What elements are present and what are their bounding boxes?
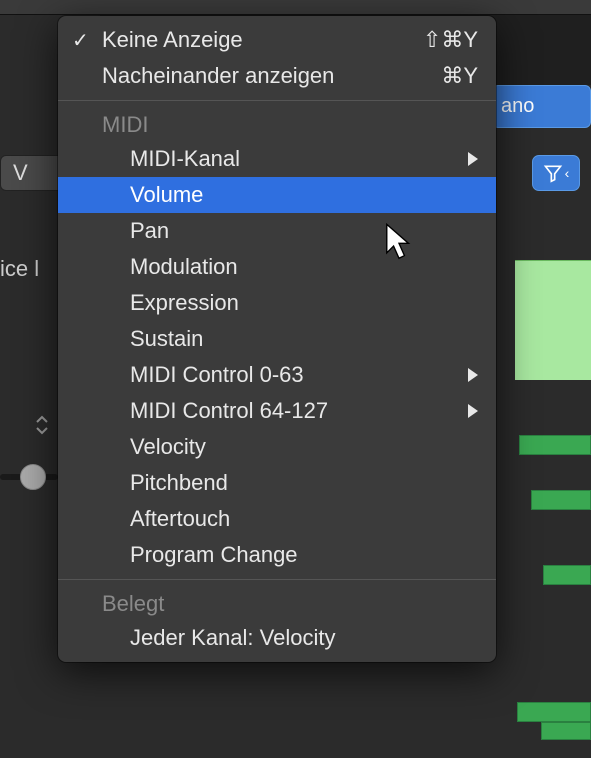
menu-item-sustain[interactable]: Sustain (58, 321, 496, 357)
funnel-icon (543, 163, 563, 183)
submenu-arrow-icon (468, 404, 478, 418)
bg-top-strip (0, 0, 591, 15)
stepper-icon[interactable] (35, 415, 49, 440)
menu-item-label: Nacheinander anzeigen (102, 63, 334, 89)
menu-item-pitchbend[interactable]: Pitchbend (58, 465, 496, 501)
menu-section-used: Belegt (58, 586, 496, 620)
menu-item-velocity[interactable]: Velocity (58, 429, 496, 465)
menu-item-label: Program Change (130, 542, 298, 568)
menu-item-volume[interactable]: Volume (58, 177, 496, 213)
region-label: ano (501, 95, 534, 118)
view-button-label: V (13, 160, 28, 186)
menu-shortcut: ⇧⌘Y (423, 27, 478, 53)
menu-item-label: Aftertouch (130, 506, 230, 532)
chevron-left-small-icon: ‹ (565, 165, 570, 181)
menu-separator (58, 579, 496, 580)
bg-left-text: ice l (0, 256, 39, 282)
check-icon: ✓ (72, 28, 89, 53)
midi-note-block[interactable] (531, 490, 591, 510)
menu-item-label: MIDI-Kanal (130, 146, 240, 172)
menu-item-label: Pan (130, 218, 169, 244)
midi-note-block[interactable] (541, 722, 591, 740)
menu-item-pan[interactable]: Pan (58, 213, 496, 249)
menu-item-modulation[interactable]: Modulation (58, 249, 496, 285)
menu-item-label: MIDI Control 0-63 (130, 362, 304, 388)
menu-item-every-channel-velocity[interactable]: Jeder Kanal: Velocity (58, 620, 496, 656)
midi-note-block[interactable] (517, 702, 591, 722)
menu-section-midi: MIDI (58, 107, 496, 141)
menu-item-midi-control-0-63[interactable]: MIDI Control 0-63 (58, 357, 496, 393)
menu-item-midi-channel[interactable]: MIDI-Kanal (58, 141, 496, 177)
menu-item-label: Sustain (130, 326, 203, 352)
menu-item-label: MIDI Control 64-127 (130, 398, 328, 424)
menu-item-program-change[interactable]: Program Change (58, 537, 496, 573)
midi-note-block[interactable] (519, 435, 591, 455)
menu-separator (58, 100, 496, 101)
menu-item-aftertouch[interactable]: Aftertouch (58, 501, 496, 537)
menu-item-label: Pitchbend (130, 470, 228, 496)
menu-item-label: Jeder Kanal: Velocity (130, 625, 335, 651)
submenu-arrow-icon (468, 152, 478, 166)
menu-item-label: Velocity (130, 434, 206, 460)
menu-item-no-display[interactable]: ✓ Keine Anzeige ⇧⌘Y (58, 22, 496, 58)
region-clip[interactable]: ano (492, 85, 591, 128)
automation-context-menu[interactable]: ✓ Keine Anzeige ⇧⌘Y Nacheinander anzeige… (58, 16, 496, 662)
submenu-arrow-icon (468, 368, 478, 382)
menu-shortcut: ⌘Y (441, 63, 478, 89)
midi-note-block[interactable] (543, 565, 591, 585)
bg-region-green (515, 260, 591, 380)
menu-item-midi-control-64-127[interactable]: MIDI Control 64-127 (58, 393, 496, 429)
zoom-slider[interactable] (0, 458, 58, 498)
menu-item-label: Volume (130, 182, 203, 208)
menu-item-label: Expression (130, 290, 239, 316)
slider-knob[interactable] (20, 464, 46, 490)
menu-item-label: Keine Anzeige (102, 27, 243, 53)
menu-item-show-sequential[interactable]: Nacheinander anzeigen ⌘Y (58, 58, 496, 94)
filter-button[interactable]: ‹ (532, 155, 580, 191)
menu-item-label: Modulation (130, 254, 238, 280)
menu-item-expression[interactable]: Expression (58, 285, 496, 321)
